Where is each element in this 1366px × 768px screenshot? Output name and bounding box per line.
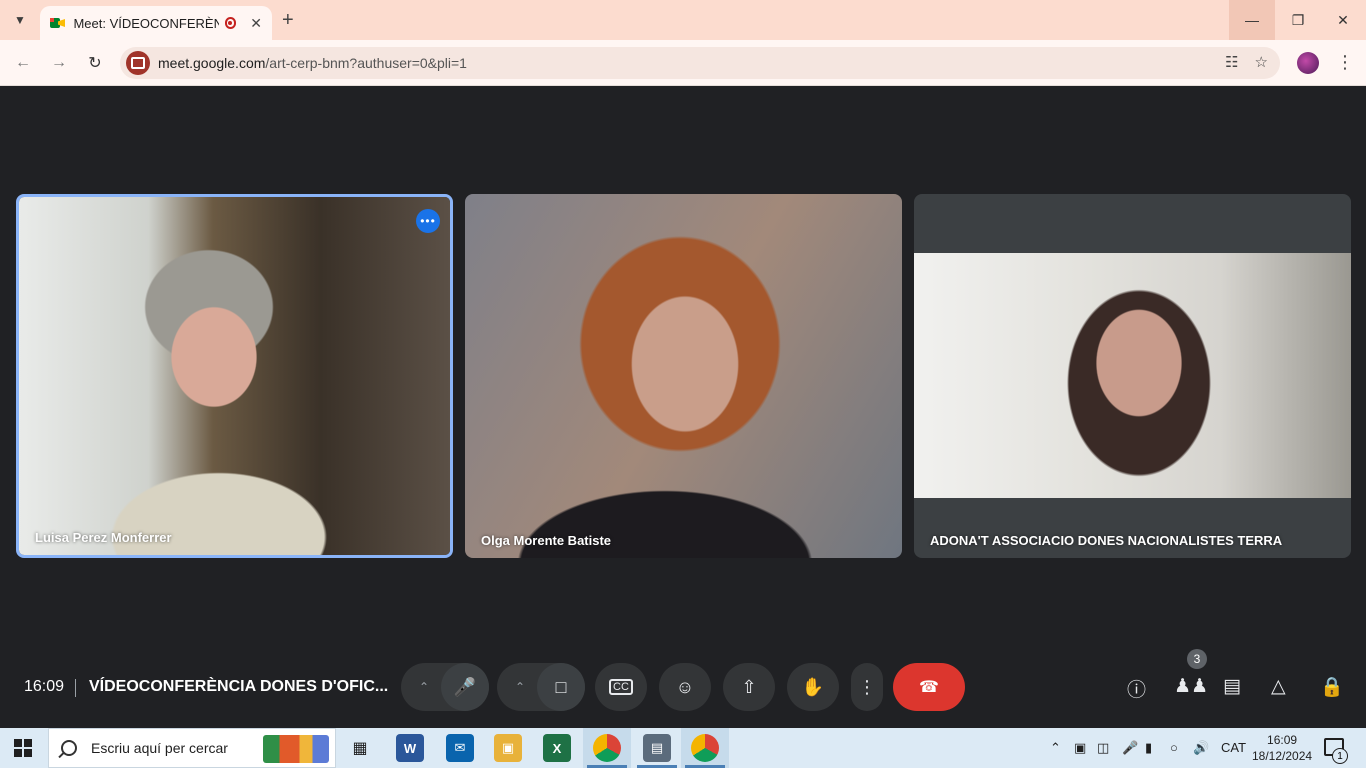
participant-video-3 <box>914 253 1351 498</box>
chrome-app-icon[interactable] <box>593 734 621 762</box>
present-screen-button[interactable]: ⇧ <box>723 663 775 711</box>
participant-tile-2[interactable]: Olga Morente Batiste <box>465 194 902 558</box>
search-icon <box>61 740 77 756</box>
participant-video-1 <box>19 197 450 555</box>
url-text: meet.google.com/art-cerp-bnm?authuser=0&… <box>158 55 467 71</box>
hand-icon: ✋ <box>801 676 825 697</box>
microphone-button[interactable]: 🎤 <box>441 663 489 711</box>
windows-taskbar: Escriu aquí per cercar ▦ W ✉ ▣ X ▤ ⌃ ▣ ◫… <box>0 728 1366 768</box>
meeting-title: VÍDEOCONFERÈNCIA DONES D'OFIC... <box>89 678 389 695</box>
forward-arrow-icon[interactable]: → <box>48 52 70 74</box>
tab-strip: ▼ Meet: VÍDEOCONFERÈNCIA ✕ + — ❐ ✕ <box>0 0 1366 40</box>
meet-tray-icon[interactable]: ▣ <box>1074 740 1086 756</box>
profile-avatar[interactable] <box>1297 52 1319 74</box>
meeting-clock: 16:09 <box>24 678 65 695</box>
people-icon[interactable]: ♟♟ <box>1174 675 1208 698</box>
microphone-tray-icon[interactable]: 🎤 <box>1122 740 1138 756</box>
taskbar-search-box[interactable]: Escriu aquí per cercar <box>48 728 336 768</box>
reload-icon[interactable]: ↻ <box>84 52 106 74</box>
tab-title: Meet: VÍDEOCONFERÈNCIA <box>73 15 219 31</box>
battery-icon[interactable]: ▮ <box>1145 740 1152 756</box>
translate-icon[interactable]: ☷ <box>1225 53 1238 71</box>
window-close-icon[interactable]: ✕ <box>1320 0 1366 40</box>
captions-button[interactable]: CC <box>595 663 647 711</box>
excel-app-icon[interactable]: X <box>543 734 571 762</box>
system-time: 16:09 <box>1267 733 1298 747</box>
screen-share-tray-icon[interactable]: ◫ <box>1097 740 1109 756</box>
participant-name-3: ADONA'T ASSOCIACIO DONES NACIONALISTES T… <box>930 533 1283 548</box>
camera-icon: □ <box>555 676 567 697</box>
present-screen-icon: ⇧ <box>741 676 757 697</box>
participant-tile-1[interactable]: ••• Luisa Perez Monferrer <box>16 194 453 558</box>
site-camera-icon[interactable] <box>126 51 150 75</box>
back-arrow-icon[interactable]: ← <box>12 52 34 74</box>
camera-button[interactable]: □ <box>537 663 585 711</box>
meet-stage: ••• Luisa Perez Monferrer Olga Morente B… <box>0 87 1366 728</box>
notification-count-badge: 1 <box>1332 748 1348 764</box>
window-restore-icon[interactable]: ❐ <box>1275 0 1321 40</box>
people-count-badge: 3 <box>1187 649 1207 669</box>
mail-app-icon[interactable]: ✉ <box>446 734 474 762</box>
chat-icon[interactable]: ▤ <box>1223 675 1241 698</box>
emoji-icon: ☺ <box>675 676 695 697</box>
participant-name-1: Luisa Perez Monferrer <box>35 530 172 545</box>
divider <box>75 679 76 697</box>
captions-icon: CC <box>609 679 633 695</box>
url-path: /art-cerp-bnm?authuser=0&pli=1 <box>265 55 467 71</box>
participant-video-2 <box>465 194 902 558</box>
chrome-profile-app-icon[interactable] <box>691 734 719 762</box>
video-options-chevron-icon[interactable]: ⌃ <box>500 663 540 711</box>
recording-indicator-icon <box>224 17 237 29</box>
address-bar[interactable]: meet.google.com/art-cerp-bnm?authuser=0&… <box>120 47 1280 79</box>
bookmark-star-icon[interactable]: ☆ <box>1255 53 1268 71</box>
tab-search-chevron-icon[interactable]: ▼ <box>8 8 32 32</box>
file-explorer-icon[interactable]: ▣ <box>494 734 522 762</box>
task-view-icon[interactable]: ▦ <box>346 734 374 762</box>
host-controls-lock-icon[interactable]: 🔒 <box>1320 675 1344 699</box>
microphone-icon: 🎤 <box>453 676 477 697</box>
windows-start-icon[interactable] <box>14 739 32 757</box>
documents-app-icon[interactable]: ▤ <box>643 734 671 762</box>
participant-name-2: Olga Morente Batiste <box>481 533 612 548</box>
reactions-button[interactable]: ☺ <box>659 663 711 711</box>
input-language[interactable]: CAT <box>1221 740 1246 755</box>
more-options-icon[interactable]: ••• <box>416 209 440 233</box>
tray-overflow-chevron-icon[interactable]: ⌃ <box>1050 740 1061 756</box>
word-app-icon[interactable]: W <box>396 734 424 762</box>
wifi-icon[interactable]: ○ <box>1170 740 1178 755</box>
browser-menu-icon[interactable]: ⋮ <box>1336 52 1354 73</box>
tab-meet[interactable]: Meet: VÍDEOCONFERÈNCIA ✕ <box>40 6 272 40</box>
browser-toolbar: ← → ↻ meet.google.com/art-cerp-bnm?authu… <box>0 40 1366 86</box>
more-vert-icon: ⋮ <box>858 676 876 697</box>
window-minimize-icon[interactable]: — <box>1229 0 1275 40</box>
raise-hand-button[interactable]: ✋ <box>787 663 839 711</box>
more-options-button[interactable]: ⋮ <box>851 663 883 711</box>
url-host: meet.google.com <box>158 55 266 71</box>
system-clock[interactable]: 16:09 18/12/2024 <box>1252 732 1312 764</box>
participant-tile-3[interactable]: ADONA'T ASSOCIACIO DONES NACIONALISTES T… <box>914 194 1351 558</box>
taskbar-search-placeholder: Escriu aquí per cercar <box>91 740 228 756</box>
meeting-info-icon[interactable]: ⓘ <box>1127 675 1146 702</box>
volume-icon[interactable]: 🔊 <box>1193 740 1209 756</box>
leave-call-button[interactable]: ☎ <box>893 663 965 711</box>
system-date: 18/12/2024 <box>1252 749 1313 763</box>
google-meet-favicon-icon <box>50 16 65 30</box>
search-highlight-gifts-icon[interactable] <box>263 735 329 763</box>
new-tab-plus-icon[interactable]: + <box>282 9 294 32</box>
meet-control-bar: 16:09 VÍDEOCONFERÈNCIA DONES D'OFIC... ⌃… <box>0 649 1366 715</box>
hang-up-icon: ☎ <box>919 679 939 696</box>
tab-close-icon[interactable]: ✕ <box>250 15 262 32</box>
audio-options-chevron-icon[interactable]: ⌃ <box>404 663 444 711</box>
activities-icon[interactable]: △ <box>1271 675 1286 698</box>
